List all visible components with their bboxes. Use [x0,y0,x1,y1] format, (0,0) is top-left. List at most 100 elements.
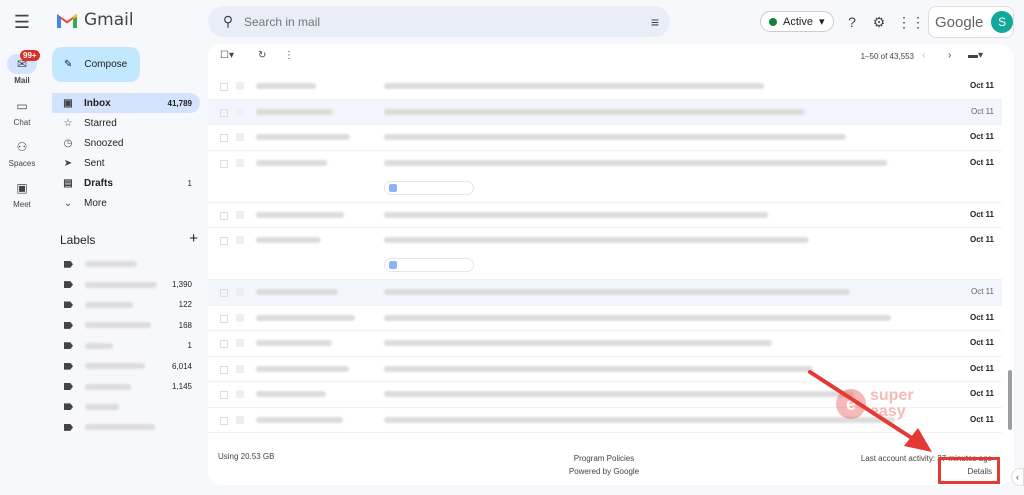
avatar[interactable]: S [991,11,1013,33]
nav-item-sent[interactable]: ➤ Sent [52,153,200,173]
watermark-logo: e super easy [836,388,914,420]
nav-item-more[interactable]: ⌄ More [52,193,200,213]
star-icon[interactable] [236,339,244,347]
table-row[interactable]: Oct 11 [208,306,1002,331]
settings-gear-icon[interactable]: ⚙ [869,12,889,32]
nav-item-label: Inbox [84,97,111,109]
table-row[interactable]: Oct 11 [208,203,1002,228]
rail-chat-label: Chat [13,118,31,127]
label-item[interactable] [52,417,200,437]
label-name-redacted [85,383,131,390]
attachment-icon [389,261,397,269]
row-date: Oct 11 [969,338,994,347]
subject-redacted [384,134,846,140]
table-row[interactable]: Oct 11 [208,99,1002,125]
watermark-e-icon: e [836,389,866,419]
add-label-icon[interactable]: + [189,231,198,247]
table-row[interactable]: Oct 11 [208,280,1002,306]
row-checkbox[interactable] [220,211,228,220]
sender-redacted [256,289,338,295]
chevron-down-icon: ▾ [818,16,825,28]
rail-chat[interactable]: ▭ Chat [0,96,44,127]
table-row[interactable]: Oct 11 [208,228,1002,280]
more-vert-icon[interactable]: ⋮ [284,50,294,61]
nav-item-drafts[interactable]: ▤ Drafts 1 [52,173,200,193]
row-checkbox[interactable] [220,134,228,142]
compose-button[interactable]: ✎ Compose [52,47,140,82]
help-icon[interactable]: ? [842,12,862,32]
search-options-icon[interactable]: ≡ [640,14,670,30]
nav-item-label: Starred [84,117,117,129]
nav-item-starred[interactable]: ☆ Starred [52,113,200,133]
mail-nav: ▣ Inbox 41,789 ☆ Starred ◷ Snoozed ➤ Sen… [52,93,200,213]
clock-icon: ◷ [63,137,73,149]
attachment-chip[interactable] [384,180,474,195]
label-item[interactable] [52,397,200,417]
star-icon[interactable] [236,415,244,424]
scrollbar[interactable] [1008,370,1012,430]
gmail-logo[interactable]: Gmail [56,10,134,30]
row-date: Oct 11 [969,157,994,167]
program-policies-link[interactable]: Program Policies [564,452,644,465]
row-checkbox[interactable] [220,365,228,374]
star-icon[interactable] [236,82,244,90]
star-icon[interactable] [236,158,244,167]
side-panel-toggle-icon[interactable]: ‹ [1011,468,1024,486]
rail-mail[interactable]: ✉ 99+ Mail [0,50,44,85]
menu-icon[interactable]: ☰ [10,10,34,34]
account-switcher[interactable]: Google S [928,6,1014,38]
row-checkbox[interactable] [220,391,228,399]
row-checkbox[interactable] [220,83,228,91]
rail-meet[interactable]: ▣ Meet [0,178,44,209]
message-list: Oct 11 Oct 11 Oct 11 Oct 11 Oct 11 Oct 11 Oct … [208,74,1002,433]
star-icon[interactable] [236,364,244,373]
rail-spaces[interactable]: ⚇ Spaces [0,137,44,168]
table-row[interactable]: Oct 11 [208,357,1002,382]
row-date: Oct 11 [969,235,994,244]
labels-header: Labels + [60,231,198,247]
label-item[interactable] [52,254,200,274]
search-bar[interactable]: ⚲ ≡ [208,6,670,37]
label-tag-icon [64,260,73,268]
label-item[interactable]: 1 [52,336,200,356]
star-icon[interactable] [236,313,244,322]
apps-grid-icon[interactable]: ⋮⋮ [897,12,925,32]
label-item[interactable]: 122 [52,295,200,315]
label-item[interactable]: 6,014 [52,356,200,376]
app-title: Gmail [84,10,134,30]
next-page-icon[interactable]: › [948,50,951,61]
status-dropdown[interactable]: Active ▾ [760,11,834,32]
row-checkbox[interactable] [220,340,228,348]
row-checkbox[interactable] [220,416,228,425]
table-row[interactable]: Oct 11 [208,331,1002,357]
star-icon[interactable] [236,210,244,219]
star-icon[interactable] [236,390,244,398]
nav-item-inbox[interactable]: ▣ Inbox 41,789 [52,93,200,113]
label-count: 122 [178,300,192,310]
star-icon[interactable] [236,107,244,116]
search-input[interactable] [244,14,640,29]
row-checkbox[interactable] [220,237,228,245]
label-item[interactable]: 1,145 [52,376,200,396]
table-row[interactable]: Oct 11 [208,125,1002,151]
label-item[interactable]: 168 [52,315,200,335]
input-tools-icon[interactable]: ▬▾ [968,50,983,61]
row-checkbox[interactable] [220,159,228,168]
label-item[interactable]: 1,390 [52,274,200,294]
star-icon[interactable] [236,236,244,244]
table-row[interactable]: Oct 11 [208,151,1002,203]
refresh-icon[interactable]: ↻ [258,50,266,61]
select-all-checkbox[interactable]: ☐▾ [220,50,234,61]
chat-icon: ▭ [16,99,28,113]
row-checkbox[interactable] [220,289,228,297]
row-checkbox[interactable] [220,108,228,117]
attachment-chip[interactable] [384,258,474,272]
row-checkbox[interactable] [220,314,228,323]
sender-redacted [256,159,327,166]
nav-item-snoozed[interactable]: ◷ Snoozed [52,133,200,153]
star-icon[interactable] [236,133,244,141]
prev-page-icon[interactable]: ‹ [922,50,925,61]
table-row[interactable]: Oct 11 [208,74,1002,100]
star-icon[interactable] [236,288,244,296]
search-icon[interactable]: ⚲ [212,13,244,30]
